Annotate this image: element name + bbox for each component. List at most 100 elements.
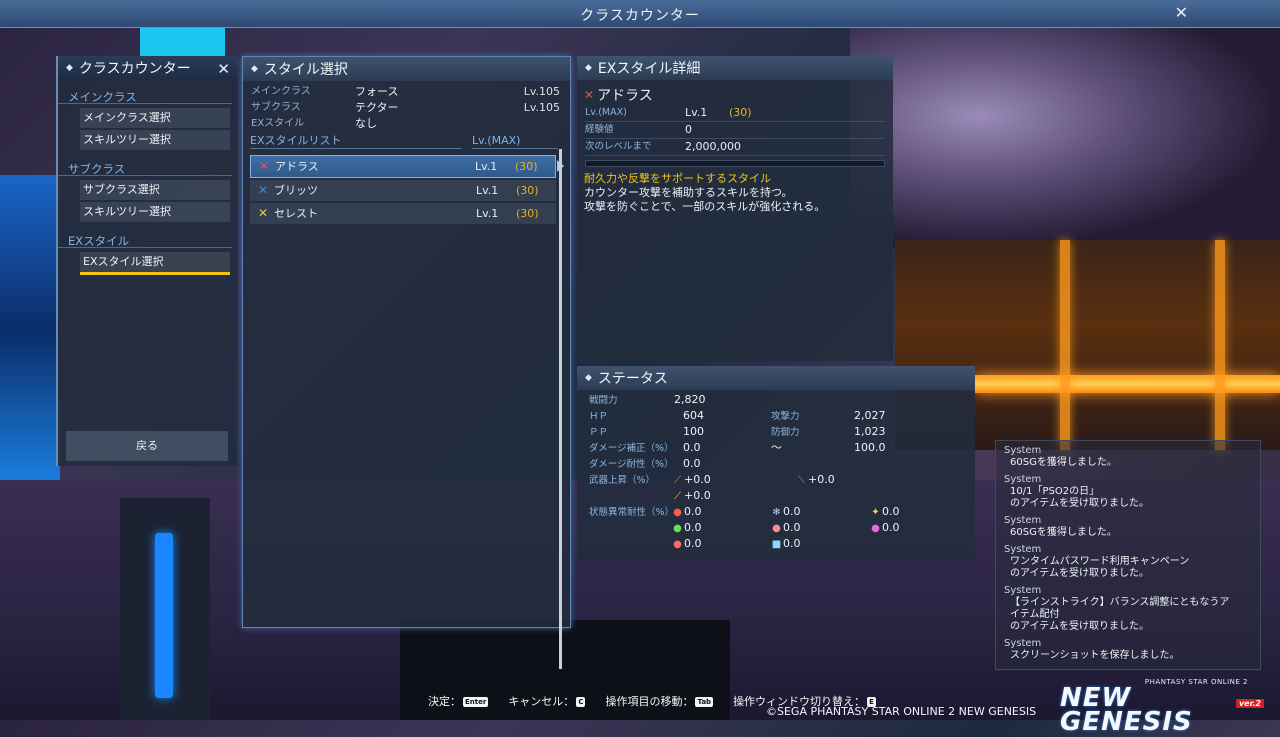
main-class-value: フォース [355,85,399,98]
ailment-row-1: 状態異常耐性（%）● 0.0 ❄ 0.0 ✦ 0.0 [589,504,900,520]
menu-header: ◆ クラスカウンター [58,56,238,80]
ex-style-row-blitz[interactable]: ✕ ブリッツ Lv.1 (30) [250,180,556,201]
damage-mod-row: ダメージ補正（%） 0.0 ～ 100.0 [589,440,886,456]
log-text: 60SGを獲得しました。 [1010,457,1117,468]
hp-value: 604 [683,409,704,422]
ailment-label: 状態異常耐性（%） [589,507,675,518]
damage-mod-max: 100.0 [854,441,886,454]
pillar-glow [155,533,173,698]
list-scrollbar[interactable] [559,149,562,669]
ailment-value: 0.0 [684,537,702,550]
detail-name-text: アドラス [597,88,653,104]
exp-gauge [585,160,885,167]
weapon-ranged-value: +0.0 [808,473,835,486]
damage-res-value: 0.0 [683,457,701,470]
window-close-icon[interactable]: ✕ [1175,3,1188,22]
freeze-icon: ❄ [772,507,781,518]
menu-category-sub: サブクラス [58,152,232,176]
ex-style-list-label: EXスタイルリスト [250,133,462,149]
log-entry: System ワンタイムパスワード利用キャンペーン のアイテムを受け取りました。 [996,544,1260,580]
atk-row: 攻撃力 2,027 [771,408,886,424]
ailment-value: 0.0 [882,505,900,518]
log-source: System [1004,585,1042,596]
menu-item-main-skill-tree[interactable]: スキルツリー選択 [80,130,230,150]
detail-level-value: Lv.1 [685,106,708,119]
ex-style-info: EXスタイル なし [243,116,570,132]
menu-item-ex-style-select[interactable]: EXスタイル選択 [80,252,230,275]
menu-close-icon[interactable]: ✕ [217,60,230,78]
ex-style-row-celeste[interactable]: ✕ セレスト Lv.1 (30) [250,203,556,224]
adoras-icon: ✕ [258,159,270,173]
ex-style-detail-panel: ◆ EXスタイル詳細 ✕ アドラス Lv.(MAX) Lv.1 (30) 経験値… [577,56,893,361]
status-header: ◆ ステータス [577,366,975,390]
background-pillar [120,498,210,720]
log-source: System [1004,474,1042,485]
log-text: のアイテムを受け取りました。 [1010,621,1149,632]
diamond-icon: ◆ [66,63,73,73]
style-select-panel: ◆ スタイル選択 メインクラス フォース Lv.105 サブクラス テクター L… [242,56,571,669]
hint-cancel-label: キャンセル： [508,695,575,708]
ex-style-name: アドラス [275,160,319,173]
detail-style-name: ✕ アドラス [577,80,893,105]
menu-item-main-class-select[interactable]: メインクラス選択 [80,108,230,128]
log-source: System [1004,445,1042,456]
def-label: 防御力 [771,427,800,438]
game-logo: PHANTASY STAR ONLINE 2 NEW GENESIS ver.2 [1060,678,1270,735]
diamond-icon: ◆ [585,373,592,383]
ex-style-level: Lv.1 [475,160,498,173]
log-source: System [1004,515,1042,526]
damage-res-label: ダメージ耐性（%） [589,459,674,470]
back-button[interactable]: 戻る [66,431,228,461]
menu-title: クラスカウンター [78,61,191,77]
background-light-post [1060,240,1070,450]
tilde: ～ [771,441,782,454]
detail-level-max: (30) [729,106,752,119]
logo-title: NEW GENESIS [1060,683,1193,737]
weapon-row: 武器上昇（%） ⟋ +0.0 ⟍ +0.0 [589,472,835,488]
def-row: 防御力 1,023 [771,424,886,440]
menu-item-sub-class-select[interactable]: サブクラス選択 [80,180,230,200]
hp-label: ＨＰ [589,411,609,422]
ex-style-label: EXスタイル [251,118,305,129]
diamond-icon: ◆ [251,64,258,74]
detail-desc-line: 攻撃を防ぐことで、一部のスキルが強化される。 [584,200,826,213]
ex-style-max: (30) [516,184,539,197]
background-sky [140,28,225,58]
pp-label: ＰＰ [589,427,609,438]
sub-class-value: テクター [355,101,399,114]
hint-decide: 決定： Enter [428,693,489,709]
ex-style-name: ブリッツ [274,184,318,197]
menu-category-ex: EXスタイル [58,224,232,248]
log-entry: System 60SGを獲得しました。 [996,515,1260,539]
power-label: 戦闘力 [589,395,618,406]
detail-header: ◆ EXスタイル詳細 [577,56,893,80]
detail-next-label: 次のレベルまで [585,141,652,152]
damage-mod-label: ダメージ補正（%） [589,443,674,454]
mirage-icon: ● [871,523,880,534]
def-value: 1,023 [854,425,886,438]
menu-category-main: メインクラス [58,80,232,104]
detail-next-row: 次のレベルまで 2,000,000 [585,139,885,156]
system-log[interactable]: System 60SGを獲得しました。 System 10/1「PSO2の日」 のアイ… [995,440,1261,670]
weapon-technique-value: +0.0 [684,489,711,502]
pp-row: ＰＰ 100 [589,424,704,440]
hint-move: 操作項目の移動： Tab [605,693,714,709]
ailment-value: 0.0 [684,505,702,518]
menu-item-sub-skill-tree[interactable]: スキルツリー選択 [80,202,230,222]
detail-title: EXスタイル詳細 [597,61,701,77]
window-title-bar: クラスカウンター ✕ [0,0,1280,28]
enter-key-icon: Enter [463,697,489,707]
main-class-label: メインクラス [251,86,311,97]
status-title: ステータス [597,371,668,387]
ex-style-row-adoras[interactable]: ✕ アドラス Lv.1 (30) [250,155,564,178]
log-text: 60SGを獲得しました。 [1010,527,1117,538]
blitz-icon: ✕ [257,183,269,197]
log-text: ワンタイムパスワード利用キャンペーン [1010,556,1190,567]
background-light-post [1215,240,1225,450]
celeste-icon: ✕ [257,206,269,220]
hint-cancel: キャンセル： C [508,693,586,709]
log-text: のアイテムを受け取りました。 [1010,498,1149,509]
sub-class-info: サブクラス テクター Lv.105 [243,100,570,116]
log-entry: System 60SGを獲得しました。 [996,445,1260,469]
log-text: 10/1「PSO2の日」 [1010,486,1100,497]
